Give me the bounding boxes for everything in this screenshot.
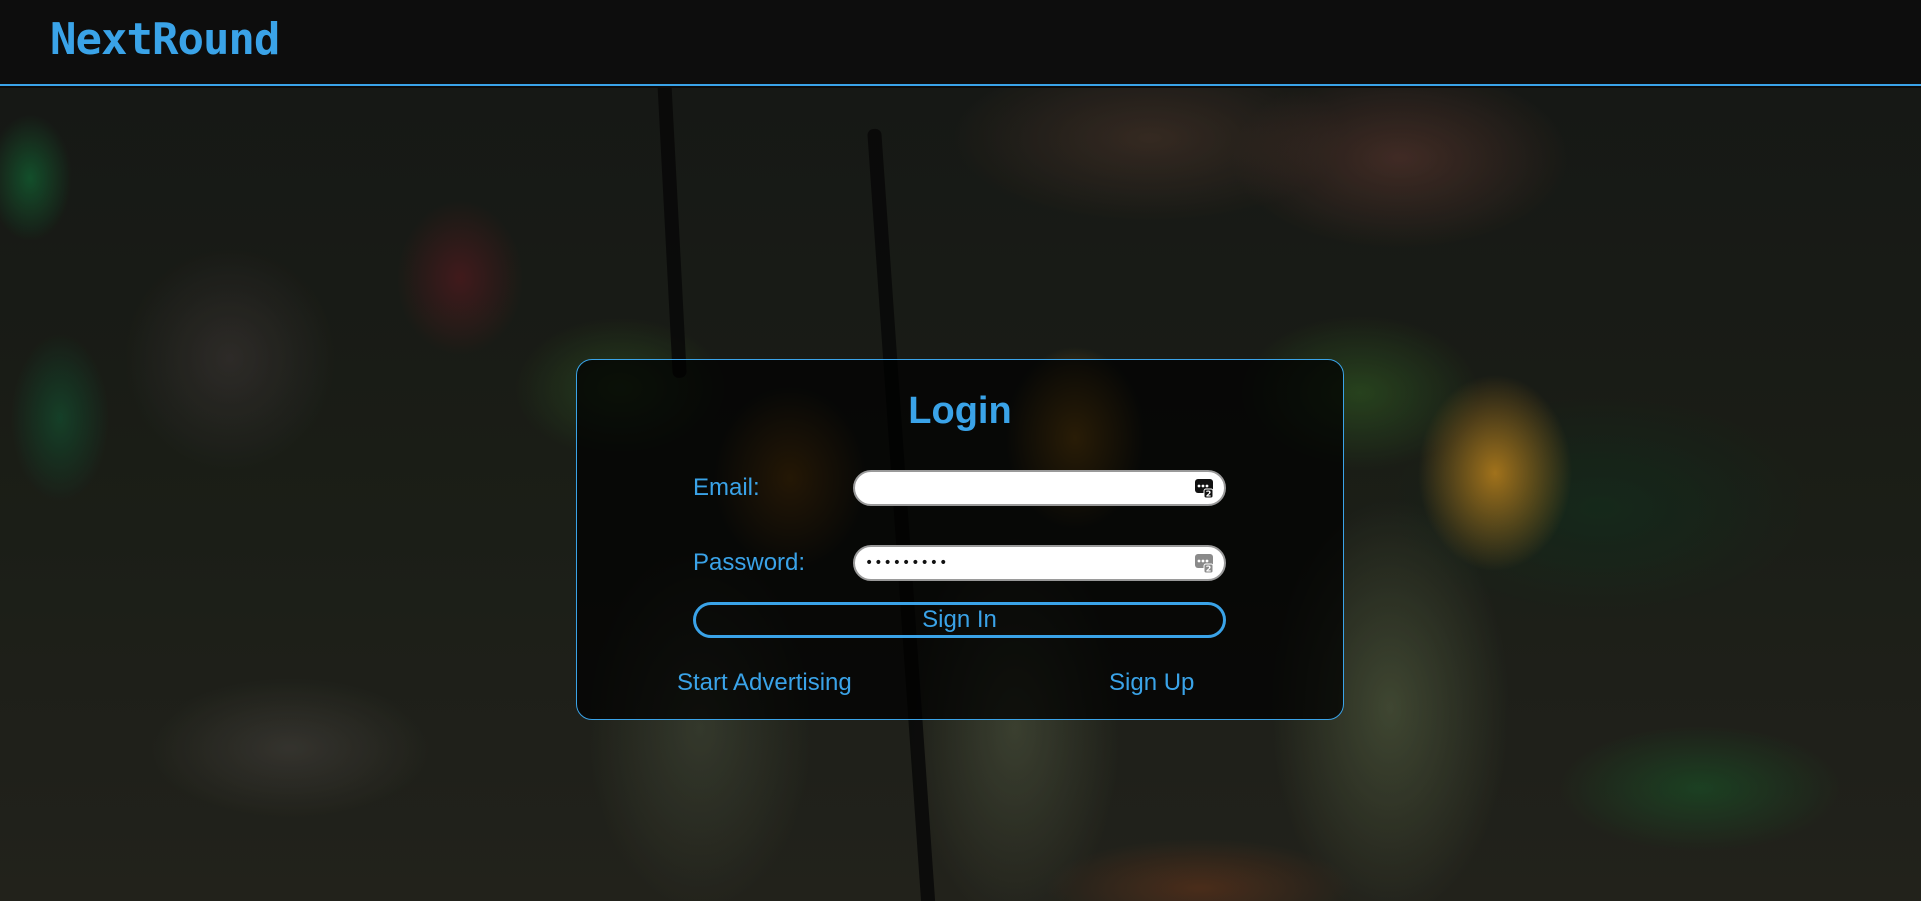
start-advertising-link[interactable]: Start Advertising [677,671,852,695]
top-navbar: NextRound [0,0,1921,86]
svg-text:2: 2 [1206,565,1212,574]
brand-logo-text[interactable]: NextRound [50,18,280,62]
email-field[interactable] [853,470,1226,506]
login-title: Login [908,390,1012,432]
password-field[interactable] [853,545,1226,581]
straw-decoration [657,88,687,379]
svg-text:2: 2 [1206,490,1212,499]
password-manager-key-icon[interactable]: 2 [1194,552,1214,574]
login-card: Login Email: 2 Password: 2 Sign In Start… [576,359,1344,720]
email-label: Email: [693,474,760,501]
password-manager-key-icon[interactable]: 2 [1194,477,1214,499]
password-label: Password: [693,549,806,576]
sign-up-link[interactable]: Sign Up [1109,671,1194,695]
sign-in-button[interactable]: Sign In [693,602,1226,638]
